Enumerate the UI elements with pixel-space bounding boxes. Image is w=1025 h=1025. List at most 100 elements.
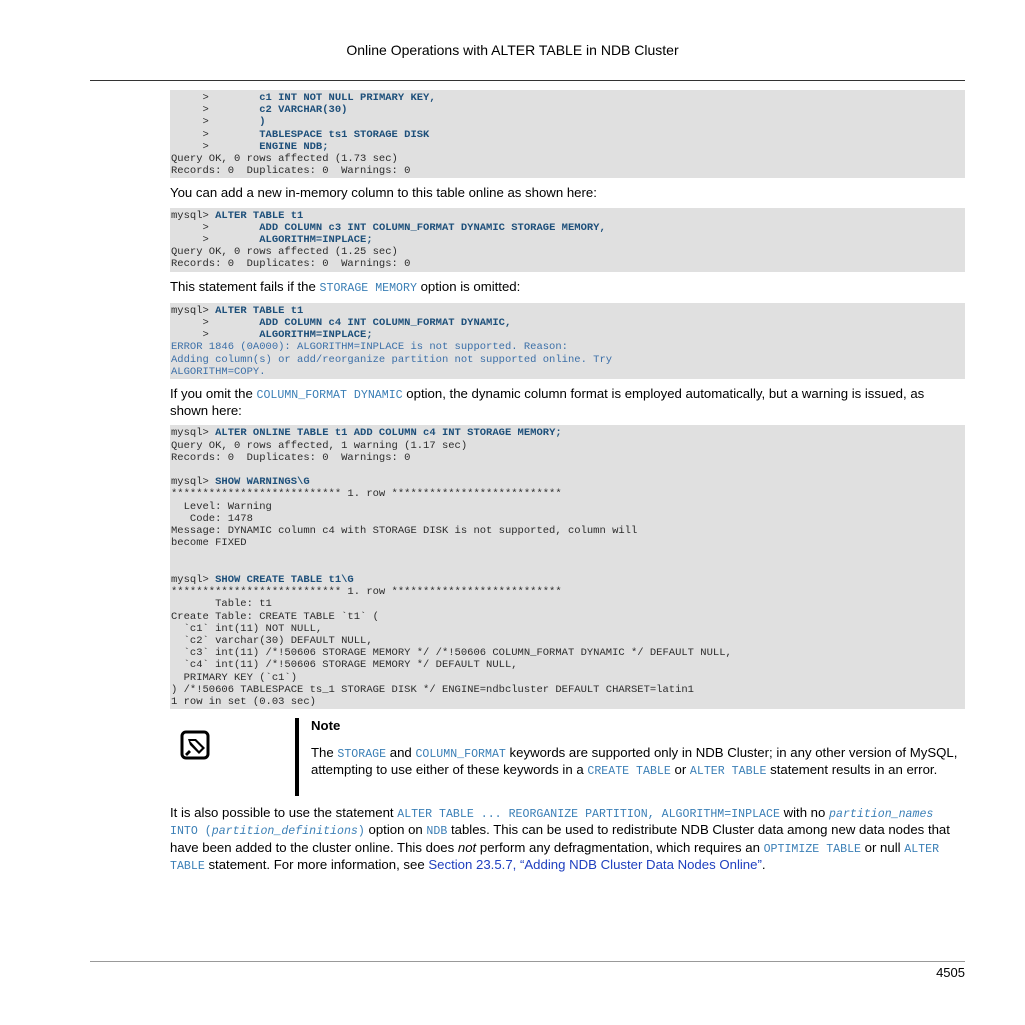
code-literal: ALTER TABLE bbox=[689, 765, 767, 779]
body-text: and bbox=[386, 745, 416, 761]
code-literal-italic: partition_definitions bbox=[211, 825, 358, 839]
code-output-text: *************************** 1. row *****… bbox=[171, 488, 562, 501]
code-line: Query OK, 0 rows affected, 1 warning (1.… bbox=[171, 440, 965, 452]
code-output-text: mysql> bbox=[171, 573, 216, 586]
code-line: > ENGINE NDB; bbox=[171, 141, 965, 153]
paragraph-statement-fails: This statement fails if the STORAGE MEMO… bbox=[170, 279, 965, 296]
note-text: The STORAGE and COLUMN_FORMAT keywords a… bbox=[311, 745, 961, 779]
code-line: Create Table: CREATE TABLE `t1` ( bbox=[171, 611, 965, 623]
body-text: This statement fails if the bbox=[170, 278, 320, 294]
code-literal: INTO ( bbox=[170, 825, 212, 839]
body-text: The bbox=[311, 745, 338, 761]
code-line: PRIMARY KEY (`c1`) bbox=[171, 672, 965, 684]
code-command: ENGINE NDB; bbox=[259, 140, 329, 153]
code-output-text: Code: 1478 bbox=[171, 512, 253, 525]
code-output-text: > bbox=[171, 234, 260, 247]
code-error-text: ERROR 1846 (0A000): ALGORITHM=INPLACE is… bbox=[171, 341, 568, 354]
note-pencil-icon bbox=[180, 730, 210, 760]
code-output-text: > bbox=[171, 92, 260, 104]
code-line: ALGORITHM=COPY. bbox=[171, 366, 965, 378]
code-line: Query OK, 0 rows affected (1.73 sec) bbox=[171, 153, 965, 165]
code-line: ERROR 1846 (0A000): ALGORITHM=INPLACE is… bbox=[171, 341, 965, 353]
code-line: `c2` varchar(30) DEFAULT NULL, bbox=[171, 635, 965, 647]
body-text: statement results in an error. bbox=[766, 762, 938, 778]
body-text: with no bbox=[779, 805, 830, 821]
code-line: mysql> SHOW WARNINGS\G bbox=[171, 476, 965, 488]
code-output-text: mysql> bbox=[171, 304, 216, 317]
code-block-alter-add-c3: mysql> ALTER TABLE t1 > ADD COLUMN c3 IN… bbox=[170, 207, 965, 272]
code-output-text: `c4` int(11) /*!50606 STORAGE MEMORY */ … bbox=[171, 659, 518, 672]
code-line: Code: 1478 bbox=[171, 513, 965, 525]
code-line: > ALGORITHM=INPLACE; bbox=[171, 234, 965, 246]
code-literal: CREATE TABLE bbox=[587, 765, 671, 779]
code-line: Records: 0 Duplicates: 0 Warnings: 0 bbox=[171, 452, 965, 464]
note-body: Note The STORAGE and COLUMN_FORMAT keywo… bbox=[311, 718, 961, 779]
code-command: ALTER ONLINE TABLE t1 ADD COLUMN c4 INT … bbox=[215, 427, 562, 440]
code-line: ) /*!50606 TABLESPACE ts_1 STORAGE DISK … bbox=[171, 684, 965, 696]
section-link[interactable]: Section 23.5.7, “Adding NDB Cluster Data… bbox=[428, 857, 762, 872]
code-output-text: mysql> bbox=[171, 427, 216, 440]
code-output-text: > bbox=[171, 317, 260, 330]
code-output-text: > bbox=[171, 128, 260, 141]
code-command: ADD COLUMN c4 INT COLUMN_FORMAT DYNAMIC, bbox=[259, 317, 512, 330]
note-vertical-bar bbox=[295, 718, 299, 797]
code-error-text: ALGORITHM=COPY. bbox=[171, 365, 266, 378]
code-line: `c4` int(11) /*!50606 STORAGE MEMORY */ … bbox=[171, 659, 965, 671]
code-command: ALTER TABLE t1 bbox=[215, 304, 304, 317]
code-command: c1 INT NOT NULL PRIMARY KEY, bbox=[259, 92, 436, 104]
code-output-text: Records: 0 Duplicates: 0 Warnings: 0 bbox=[171, 451, 411, 464]
code-line: 1 row in set (0.03 sec) bbox=[171, 696, 965, 708]
code-line: `c3` int(11) /*!50606 STORAGE MEMORY */ … bbox=[171, 647, 965, 659]
code-output-text: > bbox=[171, 116, 260, 129]
code-command: ADD COLUMN c3 INT COLUMN_FORMAT DYNAMIC … bbox=[259, 221, 606, 234]
code-literal-italic: partition_names bbox=[829, 808, 934, 822]
code-output-text: 1 row in set (0.03 sec) bbox=[171, 695, 316, 708]
code-output-text: mysql> bbox=[171, 476, 216, 489]
code-literal: OPTIMIZE TABLE bbox=[763, 842, 861, 856]
code-command: SHOW WARNINGS\G bbox=[215, 476, 310, 489]
code-literal: STORAGE MEMORY bbox=[319, 281, 417, 295]
code-line: Records: 0 Duplicates: 0 Warnings: 0 bbox=[171, 165, 965, 177]
body-text: option is omitted: bbox=[416, 278, 521, 294]
code-line: Records: 0 Duplicates: 0 Warnings: 0 bbox=[171, 258, 965, 270]
code-block-create-table: > c1 INT NOT NULL PRIMARY KEY, > c2 VARC… bbox=[170, 90, 965, 179]
code-literal: COLUMN_FORMAT DYNAMIC bbox=[256, 389, 403, 403]
code-output-text: mysql> bbox=[171, 209, 216, 222]
body-text: It is also possible to use the statement bbox=[170, 805, 398, 821]
body-text: option on bbox=[364, 822, 427, 838]
code-command: SHOW CREATE TABLE t1\G bbox=[215, 573, 354, 586]
body-text: or null bbox=[860, 839, 905, 855]
emphasis-text: not bbox=[457, 839, 477, 855]
code-output-text: Table: t1 bbox=[171, 598, 272, 611]
code-output-text: Query OK, 0 rows affected (1.25 sec) bbox=[171, 246, 398, 259]
code-output-text: Records: 0 Duplicates: 0 Warnings: 0 bbox=[171, 165, 411, 178]
page-content: > c1 INT NOT NULL PRIMARY KEY, > c2 VARC… bbox=[170, 90, 965, 881]
code-output-text: `c3` int(11) /*!50606 STORAGE MEMORY */ … bbox=[171, 647, 732, 660]
code-line: > ) bbox=[171, 116, 965, 128]
code-line: mysql> ALTER TABLE t1 bbox=[171, 210, 965, 222]
code-line: mysql> ALTER TABLE t1 bbox=[171, 305, 965, 317]
code-line: Message: DYNAMIC column c4 with STORAGE … bbox=[171, 525, 965, 537]
code-literal-wrapper: partition_definitions bbox=[212, 825, 358, 838]
code-literal: NDB bbox=[426, 825, 448, 839]
body-text: statement. For more information, see bbox=[204, 856, 429, 872]
body-text: You can add a new in-memory column to th… bbox=[170, 185, 597, 201]
code-output-text: > bbox=[171, 329, 260, 342]
running-header: Online Operations with ALTER TABLE in ND… bbox=[346, 42, 679, 58]
code-command: ALGORITHM=INPLACE; bbox=[259, 234, 373, 247]
header-divider bbox=[90, 80, 965, 81]
page-number: 4505 bbox=[936, 965, 965, 980]
code-line: Table: t1 bbox=[171, 598, 965, 610]
code-line: *************************** 1. row *****… bbox=[171, 488, 965, 500]
code-line: `c1` int(11) NOT NULL, bbox=[171, 623, 965, 635]
code-output-text: become FIXED bbox=[171, 537, 247, 550]
code-command: ALGORITHM=INPLACE; bbox=[259, 329, 373, 342]
code-line: mysql> ALTER ONLINE TABLE t1 ADD COLUMN … bbox=[171, 427, 965, 439]
document-page: Online Operations with ALTER TABLE in ND… bbox=[0, 0, 1025, 1025]
code-line: > ADD COLUMN c3 INT COLUMN_FORMAT DYNAMI… bbox=[171, 222, 965, 234]
code-literal-wrapper: partition_names bbox=[829, 808, 933, 821]
code-command: c2 VARCHAR(30) bbox=[259, 104, 348, 117]
